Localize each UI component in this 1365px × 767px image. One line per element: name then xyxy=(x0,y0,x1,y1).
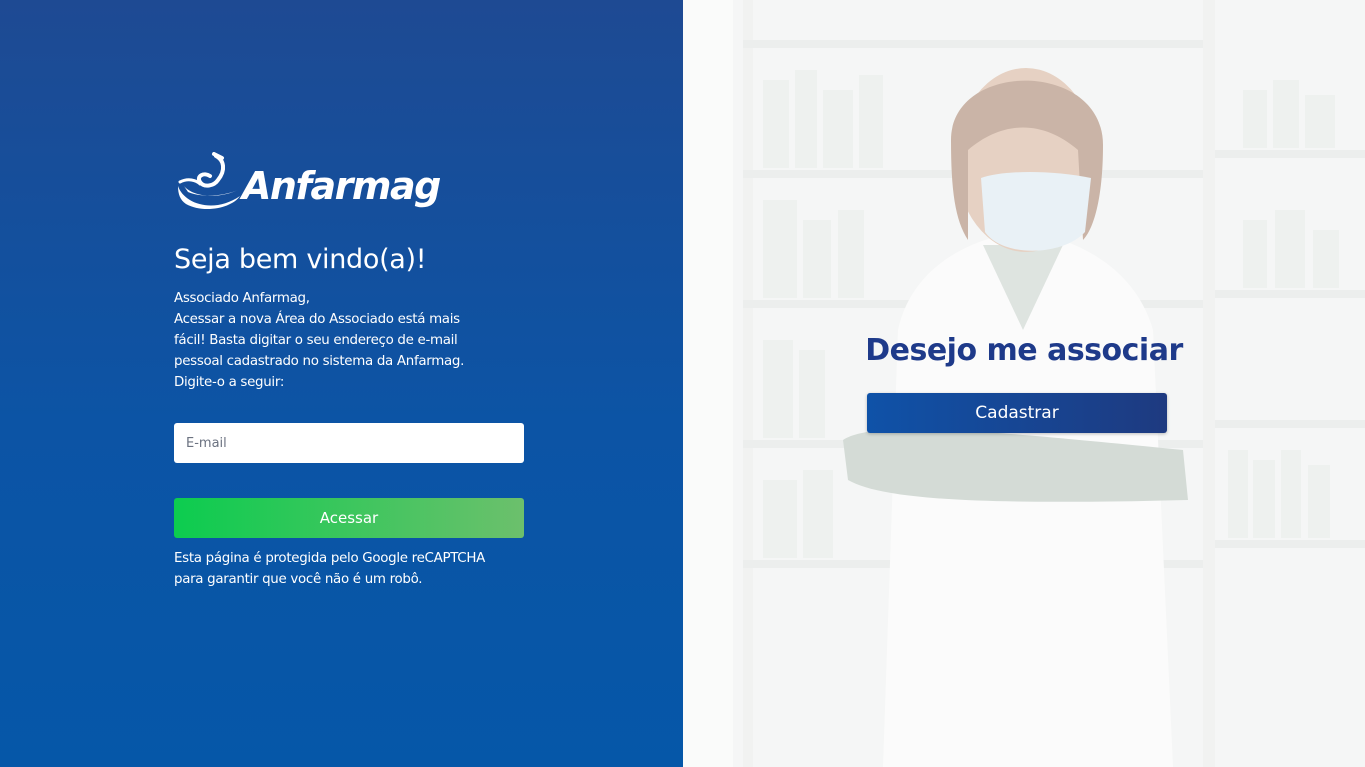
intro-line: Acessar a nova Área do Associado está ma… xyxy=(174,312,460,327)
login-panel: Anfarmag Seja bem vindo(a)! Associado An… xyxy=(0,0,683,767)
recaptcha-notice: Esta página é protegida pelo Google reCA… xyxy=(174,548,534,590)
login-page: Anfarmag Seja bem vindo(a)! Associado An… xyxy=(0,0,1365,767)
intro-line: fácil! Basta digitar o seu endereço de e… xyxy=(174,333,458,348)
email-field[interactable] xyxy=(174,423,524,463)
photo-overlay xyxy=(683,0,1365,767)
intro-line: Associado Anfarmag, xyxy=(174,291,310,306)
register-button[interactable]: Cadastrar xyxy=(867,393,1167,433)
intro-line: Digite-o a seguir: xyxy=(174,375,285,390)
join-panel: Desejo me associar Cadastrar xyxy=(683,0,1365,767)
recaptcha-line: para garantir que você não é um robô. xyxy=(174,572,423,587)
welcome-title: Seja bem vindo(a)! xyxy=(174,244,427,275)
access-button[interactable]: Acessar xyxy=(174,498,524,538)
recaptcha-line: Esta página é protegida pelo Google reCA… xyxy=(174,551,485,566)
brand-name: Anfarmag xyxy=(242,164,441,208)
brand-logo: Anfarmag xyxy=(174,152,441,216)
intro-line: pessoal cadastrado no sistema da Anfarma… xyxy=(174,354,465,369)
mortar-pestle-icon xyxy=(178,152,240,210)
join-title: Desejo me associar xyxy=(865,333,1183,368)
intro-text: Associado Anfarmag, Acessar a nova Área … xyxy=(174,288,509,393)
